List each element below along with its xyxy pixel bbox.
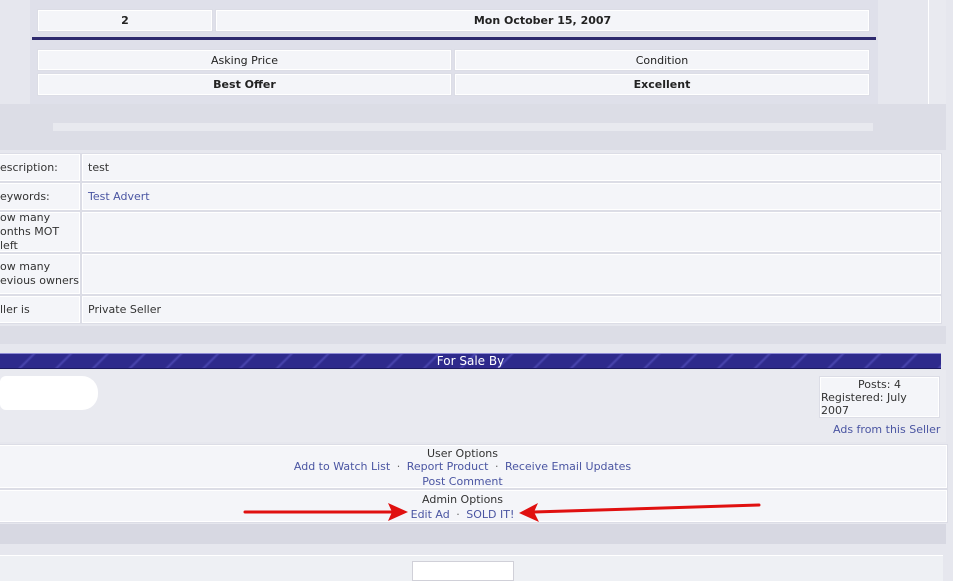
left-arrow-icon	[243, 503, 408, 521]
annotation-arrows	[243, 503, 761, 522]
right-arrow-icon	[519, 503, 761, 522]
